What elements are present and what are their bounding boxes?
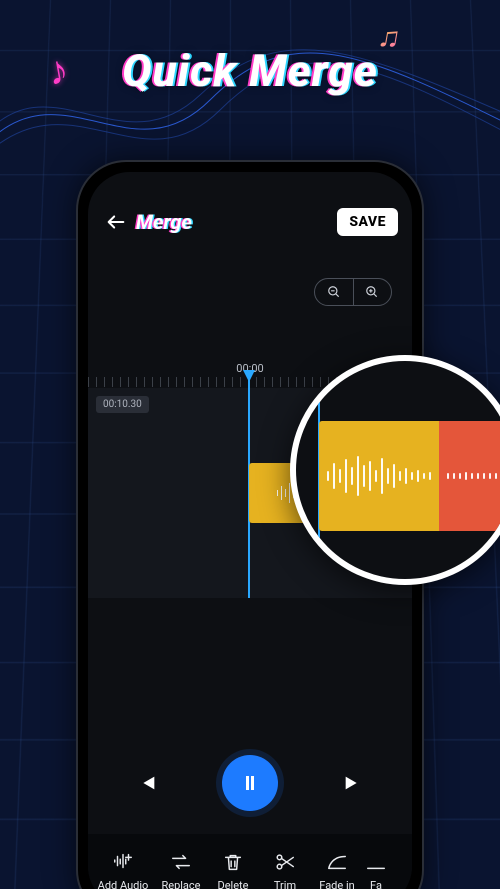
zoom-out-icon [327, 285, 341, 299]
bottom-toolbar: Add Audio Replace Delete Trim Fade in Fa [88, 834, 412, 889]
waveform-icon [319, 456, 439, 496]
tool-label: Replace [161, 879, 200, 889]
tool-label: Fa [370, 879, 382, 889]
replace-icon [170, 851, 192, 873]
screen-title: Merge [136, 210, 192, 234]
zoom-controls [314, 278, 392, 306]
save-button[interactable]: SAVE [337, 208, 398, 236]
add-audio-icon [112, 851, 134, 873]
clip-timestamp: 00:10.30 [96, 396, 149, 413]
skip-next-icon [342, 772, 364, 794]
tool-fade-out[interactable]: Fa [364, 851, 388, 889]
scissors-icon [274, 851, 296, 873]
arrow-left-icon [105, 211, 127, 233]
lens-clip-1 [319, 421, 439, 531]
trash-icon [222, 851, 244, 873]
tool-trim[interactable]: Trim [260, 851, 310, 889]
tool-label: Delete [218, 879, 249, 889]
promo-title: Quick Merge [0, 45, 500, 97]
play-pause-button[interactable] [222, 755, 278, 811]
tool-replace[interactable]: Replace [156, 851, 206, 889]
transport-controls [88, 738, 412, 828]
zoom-out-button[interactable] [315, 279, 353, 305]
tool-label: Fade in [319, 879, 354, 889]
tool-add-audio[interactable]: Add Audio [92, 851, 154, 889]
zoom-in-button[interactable] [353, 279, 392, 305]
tool-delete[interactable]: Delete [208, 851, 258, 889]
waveform-icon [439, 472, 500, 480]
tool-label: Trim [274, 879, 296, 889]
lens-clip-2 [439, 421, 500, 531]
back-button[interactable] [102, 208, 130, 236]
prev-button[interactable] [128, 764, 166, 802]
fade-out-icon [365, 851, 387, 873]
tool-fade-in[interactable]: Fade in [312, 851, 362, 889]
pause-icon [238, 771, 262, 795]
fade-in-icon [326, 851, 348, 873]
next-button[interactable] [334, 764, 372, 802]
magnifier-lens [290, 355, 500, 585]
zoom-in-icon [365, 285, 379, 299]
app-header: Merge SAVE [102, 202, 398, 242]
tool-label: Add Audio [98, 879, 149, 889]
skip-previous-icon [136, 772, 158, 794]
